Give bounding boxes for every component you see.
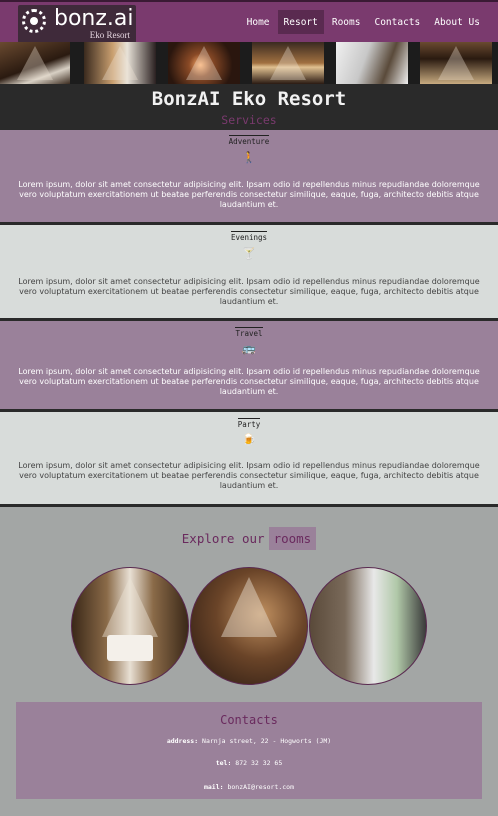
service-card-evenings: Evenings 🍸 Lorem ipsum, dolor sit amet c… xyxy=(0,225,498,318)
contacts-title: Contacts xyxy=(220,713,278,727)
address-label: address: xyxy=(166,737,199,745)
mail-label: mail: xyxy=(203,783,224,791)
explore-heading: Explore our rooms xyxy=(0,527,498,550)
room-photo-circle[interactable] xyxy=(309,567,427,685)
hero-title-band: BonzAI Eko Resort Services xyxy=(0,84,498,130)
gallery-photo[interactable] xyxy=(336,42,408,84)
nav-item-resort[interactable]: Resort xyxy=(277,10,324,34)
room-photo-circle[interactable] xyxy=(190,567,308,685)
logo-name: bonz.ai xyxy=(54,6,134,31)
contact-mail: mail: bonzAI@resort.com xyxy=(16,783,482,791)
photo-gallery-strip xyxy=(0,42,498,84)
nav-item-rooms[interactable]: Rooms xyxy=(326,10,367,34)
site-header: bonz.ai Eko Resort Home Resort Rooms Con… xyxy=(0,0,498,44)
gallery-photo[interactable] xyxy=(252,42,324,84)
logo-mark-icon xyxy=(22,9,46,33)
logo-subtitle: Eko Resort xyxy=(89,30,130,40)
main-nav: Home Resort Rooms Contacts About Us xyxy=(241,10,486,34)
service-description: Lorem ipsum, dolor sit amet consectetur … xyxy=(18,277,480,306)
service-description: Lorem ipsum, dolor sit amet consectetur … xyxy=(18,367,480,396)
page-title: BonzAI Eko Resort xyxy=(151,88,347,110)
gallery-photo[interactable] xyxy=(420,42,492,84)
gallery-photo[interactable] xyxy=(0,42,70,84)
mail-value[interactable]: bonzAI@resort.com xyxy=(227,783,294,791)
service-description: Lorem ipsum, dolor sit amet consectetur … xyxy=(18,180,480,209)
beer-mug-icon: 🍺 xyxy=(242,434,256,446)
service-title: Travel xyxy=(235,327,263,338)
room-photo-circle[interactable] xyxy=(71,567,189,685)
service-description: Lorem ipsum, dolor sit amet consectetur … xyxy=(18,461,480,490)
nav-item-contacts[interactable]: Contacts xyxy=(368,10,426,34)
service-card-adventure: Adventure 🚶 Lorem ipsum, dolor sit amet … xyxy=(0,130,498,222)
bus-icon: 🚌 xyxy=(242,343,256,355)
tel-value[interactable]: 872 32 32 65 xyxy=(235,759,282,767)
person-walking-icon: 🚶 xyxy=(242,152,256,164)
nav-item-home[interactable]: Home xyxy=(241,10,276,34)
gallery-photo[interactable] xyxy=(84,42,156,84)
gallery-photo[interactable] xyxy=(168,42,240,84)
rooms-link[interactable]: rooms xyxy=(268,527,317,550)
site-logo[interactable]: bonz.ai Eko Resort xyxy=(18,5,136,43)
cocktail-icon: 🍸 xyxy=(242,248,256,260)
section-subtitle: Services xyxy=(221,113,277,127)
service-card-party: Party 🍺 Lorem ipsum, dolor sit amet cons… xyxy=(0,412,498,504)
contact-tel: tel: 872 32 32 65 xyxy=(16,759,482,767)
tel-label: tel: xyxy=(215,759,232,767)
service-title: Evenings xyxy=(230,231,268,242)
address-value: Narnja street, 22 - Hogworts (JM) xyxy=(202,737,332,745)
service-title: Adventure xyxy=(228,135,270,146)
contact-address: address: Narnja street, 22 - Hogworts (J… xyxy=(16,737,482,745)
contacts-card: Contacts address: Narnja street, 22 - Ho… xyxy=(16,702,482,799)
service-card-travel: Travel 🚌 Lorem ipsum, dolor sit amet con… xyxy=(0,321,498,409)
nav-item-about-us[interactable]: About Us xyxy=(428,10,486,34)
service-title: Party xyxy=(237,418,261,429)
explore-heading-text: Explore our xyxy=(181,531,265,546)
